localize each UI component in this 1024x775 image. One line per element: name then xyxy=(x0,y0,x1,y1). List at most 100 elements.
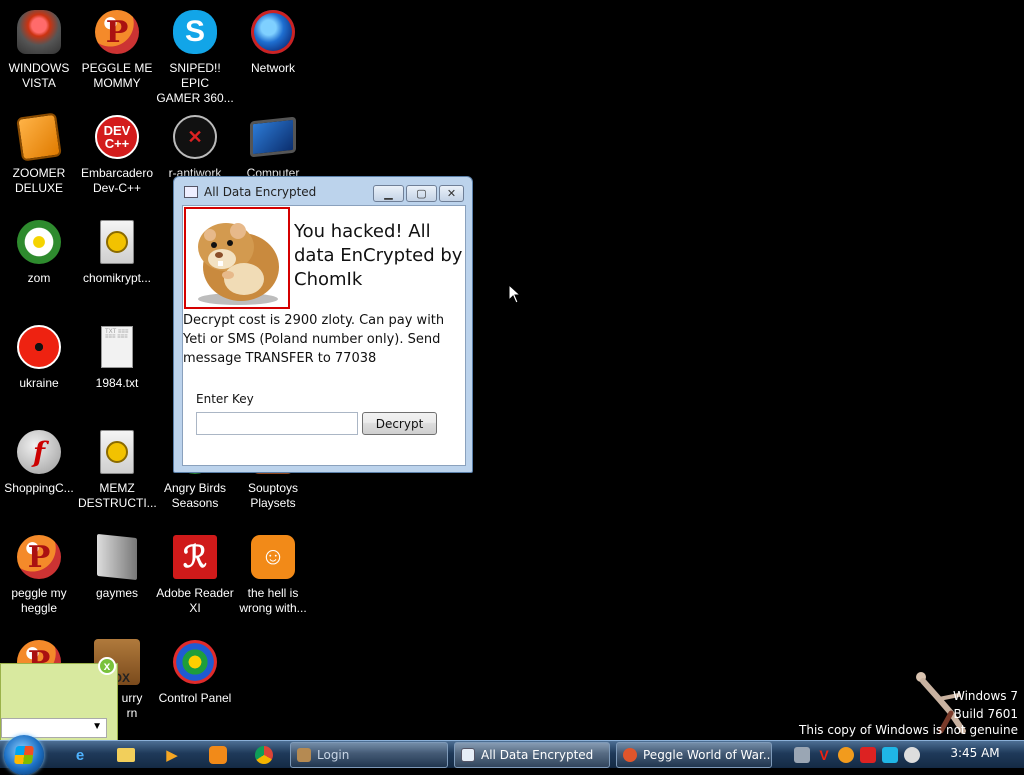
desktop-icon-shoppingc[interactable]: f ShoppingC... xyxy=(0,428,78,496)
computer-icon xyxy=(250,116,296,158)
window-app-icon xyxy=(184,186,198,198)
internet-explorer-icon: e xyxy=(75,746,85,764)
desktop-icon-label: gaymes xyxy=(95,586,139,600)
desktop-icon-label: PEGGLE ME MOMMY xyxy=(81,61,153,90)
skype-icon: S xyxy=(173,10,217,54)
peggle-icon: P xyxy=(17,535,61,579)
window-app-icon xyxy=(461,748,475,762)
media-player-pin[interactable]: ▶ xyxy=(154,743,190,767)
document-icon xyxy=(100,220,134,264)
chrome-icon xyxy=(255,746,273,764)
desktop-icon-zom[interactable]: zom xyxy=(0,218,78,286)
tray-search-icon[interactable] xyxy=(838,747,854,763)
taskbar: e ▶ Login All Data Encrypted Peggle Worl… xyxy=(0,735,1024,775)
desktop-icon-ukraine[interactable]: ukraine xyxy=(0,323,78,391)
desktop-icon-chomikrypt[interactable]: chomikrypt... xyxy=(78,218,156,286)
mouse-cursor-icon xyxy=(508,284,522,304)
desktop-icon-label: Angry Birds Seasons xyxy=(163,481,227,510)
media-player-icon: ▶ xyxy=(166,747,178,764)
desktop-icon-network[interactable]: Network xyxy=(234,8,312,76)
tray-flag-icon[interactable] xyxy=(860,747,876,763)
desktop-icon-r-antiwork[interactable]: ✕ r-antiwork xyxy=(156,113,234,181)
desktop-icon-memz[interactable]: MEMZ DESTRUCTI... xyxy=(78,428,157,511)
system-tray: V xyxy=(788,743,964,767)
antiwork-icon: ✕ xyxy=(173,115,217,159)
partial-green-window[interactable]: x ▼ xyxy=(0,657,118,740)
desktop-icon-label: WINDOWS VISTA xyxy=(8,61,70,90)
document-icon xyxy=(100,430,134,474)
acrobat-icon: ℛ xyxy=(173,535,217,579)
desktop-icon-label: ZOOMER DELUXE xyxy=(12,166,66,195)
desktop-icon-peggle-me-mommy[interactable]: P PEGGLE ME MOMMY xyxy=(78,8,156,91)
maximize-icon: ▢ xyxy=(416,188,427,200)
tray-v-icon[interactable]: V xyxy=(816,747,832,763)
radiation-icon xyxy=(17,325,61,369)
tray-app-icon[interactable] xyxy=(794,747,810,763)
uc-browser-icon: ☺ xyxy=(251,535,295,579)
desktop-icon-zoomer-deluxe[interactable]: ZOOMER DELUXE xyxy=(0,112,78,196)
tray-monitor-icon[interactable] xyxy=(882,747,898,763)
desktop-icon-label: ukraine xyxy=(19,376,59,390)
explorer-folder-icon xyxy=(117,748,135,762)
key-input[interactable] xyxy=(196,412,358,435)
uc-browser-pin[interactable] xyxy=(200,743,236,767)
desktop-icon-computer[interactable]: Computer xyxy=(234,113,312,181)
start-button[interactable] xyxy=(4,735,44,775)
close-icon[interactable]: x xyxy=(98,657,116,675)
desktop-icon-label: Souptoys Playsets xyxy=(247,481,299,510)
taskbar-task-login[interactable]: Login xyxy=(290,742,448,768)
peggle-icon: P xyxy=(95,10,139,54)
desktop-icon-the-hell-is-wrong[interactable]: ☺ the hell is wrong with... xyxy=(234,533,312,616)
desktop-icon-sniped[interactable]: S SNIPED!! EPIC GAMER 360... xyxy=(156,8,234,106)
login-app-icon xyxy=(297,748,311,762)
desktop-icon-devcpp[interactable]: DEV C++ Embarcadero Dev-C++ xyxy=(78,113,156,196)
windows-vista-icon xyxy=(17,10,61,54)
tray-volume-icon[interactable] xyxy=(904,747,920,763)
desktop-icon-windows-vista[interactable]: WINDOWS VISTA xyxy=(0,8,78,91)
network-globe-icon xyxy=(251,10,295,54)
text-file-icon: TXT ≡≡≡ ≡≡≡ ≡≡≡ xyxy=(101,326,133,368)
zoomer-icon xyxy=(16,112,62,162)
ransom-headline: You hacked! All data EnCrypted by ChomIk xyxy=(294,221,463,290)
minimize-icon: ▁ xyxy=(384,188,393,200)
desktop-icon-label: Control Panel xyxy=(158,691,232,705)
chrome-pin[interactable] xyxy=(246,743,282,767)
desktop-icon-1984-txt[interactable]: TXT ≡≡≡ ≡≡≡ ≡≡≡ 1984.txt xyxy=(78,323,156,391)
minimize-button[interactable]: ▁ xyxy=(373,185,404,202)
taskbar-task-label: All Data Encrypted xyxy=(481,748,594,762)
desktop-icon-label: peggle my heggle xyxy=(11,586,67,615)
taskbar-task-all-data-encrypted[interactable]: All Data Encrypted xyxy=(454,742,610,768)
desktop-icon-label: SNIPED!! EPIC GAMER 360... xyxy=(156,61,234,105)
internet-explorer-pin[interactable]: e xyxy=(62,743,98,767)
taskbar-task-peggle[interactable]: Peggle World of War... xyxy=(616,742,772,768)
desktop: WINDOWS VISTA P PEGGLE ME MOMMY S SNIPED… xyxy=(0,0,1024,740)
watermark-windows-version: Windows 7 xyxy=(952,689,1018,703)
explorer-pin[interactable] xyxy=(108,743,144,767)
desktop-icon-peggle-my-heggle[interactable]: P peggle my heggle xyxy=(0,533,78,616)
flash-icon: f xyxy=(17,430,61,474)
hamster-illustration xyxy=(198,223,279,305)
watermark-build: Build 7601 xyxy=(953,707,1018,721)
decrypt-button[interactable]: Decrypt xyxy=(362,412,437,435)
flower-icon xyxy=(17,220,61,264)
control-panel-icon xyxy=(173,640,217,684)
desktop-icon-adobe-reader[interactable]: ℛ Adobe Reader XI xyxy=(156,533,234,616)
desktop-icon-label: chomikrypt... xyxy=(82,271,151,285)
window-controls: ▁ ▢ ✕ xyxy=(373,185,464,202)
taskbar-clock[interactable]: 3:45 AM xyxy=(945,746,1005,760)
desktop-icon-label: Adobe Reader XI xyxy=(156,586,234,615)
devcpp-icon: DEV C++ xyxy=(95,115,139,159)
ransom-dialog-window[interactable]: All Data Encrypted ▁ ▢ ✕ You hacked! All… xyxy=(173,176,473,473)
maximize-button[interactable]: ▢ xyxy=(406,185,437,202)
hamster-image xyxy=(184,207,290,309)
desktop-icon-control-panel[interactable]: Control Panel xyxy=(156,638,234,706)
desktop-icon-label: zom xyxy=(27,271,51,285)
desktop-icon-gaymes[interactable]: gaymes xyxy=(78,533,156,601)
enter-key-label: Enter Key xyxy=(196,392,254,406)
desktop-icon-label: the hell is wrong with... xyxy=(239,586,307,615)
desktop-icon-label: Embarcadero Dev-C++ xyxy=(80,166,154,195)
watermark-not-genuine: This copy of Windows is not genuine xyxy=(799,723,1018,737)
close-button[interactable]: ✕ xyxy=(439,185,464,202)
dialog-title: All Data Encrypted xyxy=(204,185,317,199)
ransom-message: Decrypt cost is 2900 zloty. Can pay with… xyxy=(183,313,445,366)
